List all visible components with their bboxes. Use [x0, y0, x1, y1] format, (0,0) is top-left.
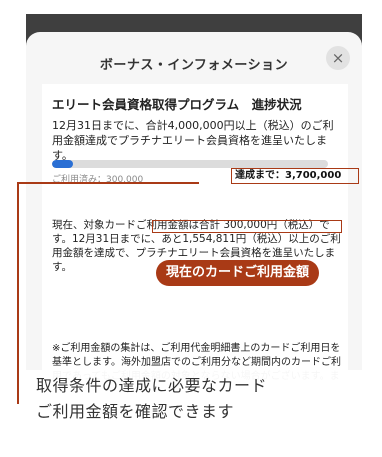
caption-line-1: 取得条件の達成に必要なカード [36, 376, 268, 395]
close-icon[interactable]: × [326, 46, 350, 70]
remaining-amount-label: 達成まで：3,700,000 [231, 168, 359, 184]
program-title: エリート会員資格取得プログラム 進捗状況 [52, 97, 302, 112]
caption-line-2: ご利用金額を確認できます [36, 402, 235, 421]
amount-highlight-box [152, 220, 342, 233]
annotation-bracket-top [17, 182, 199, 184]
progress-fill [52, 160, 73, 168]
program-panel: エリート会員資格取得プログラム 進捗状況 12月31日までに、合計4,000,0… [42, 84, 359, 384]
annotation-bracket [17, 182, 19, 404]
program-description: 12月31日までに、合計4,000,000円以上（税込）のご利用金額達成でプラチ… [52, 119, 334, 162]
progress-bar [52, 160, 328, 168]
current-usage-callout: 現在のカードご利用金額 [156, 260, 320, 286]
caption: 取得条件の達成に必要なカード ご利用金額を確認できます [26, 370, 362, 430]
bonus-info-modal: ボーナス・インフォメーション × エリート会員資格取得プログラム 進捗状況 12… [26, 32, 362, 384]
modal-title: ボーナス・インフォメーション [99, 58, 289, 73]
